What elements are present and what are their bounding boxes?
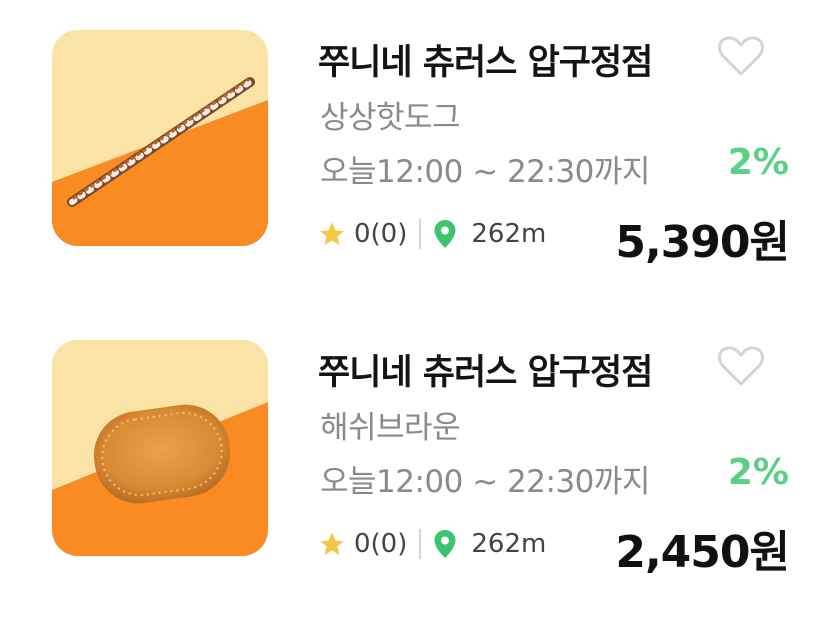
meta-row: 0(0) 262m bbox=[318, 526, 546, 562]
store-name[interactable]: 쭈니네 츄러스 압구정점 bbox=[318, 344, 653, 395]
product-list: 쭈니네 츄러스 압구정점 상상핫도그 오늘12:00 ~ 22:30까지 2% … bbox=[0, 0, 829, 643]
price: 5,390원 bbox=[615, 217, 790, 268]
hashbrown-image bbox=[52, 340, 268, 556]
star-icon bbox=[320, 222, 344, 246]
divider bbox=[419, 529, 422, 559]
heart-icon[interactable] bbox=[717, 34, 765, 78]
distance: 262m bbox=[471, 219, 547, 249]
menu-name: 상상핫도그 bbox=[320, 100, 461, 136]
business-hours: 오늘12:00 ~ 22:30까지 bbox=[320, 464, 650, 500]
hotdog-image bbox=[52, 30, 268, 246]
distance: 262m bbox=[471, 529, 547, 559]
list-item[interactable]: 쭈니네 츄러스 압구정점 해쉬브라운 오늘12:00 ~ 22:30까지 2% … bbox=[0, 340, 829, 578]
divider bbox=[419, 219, 422, 249]
meta-row: 0(0) 262m bbox=[318, 216, 546, 252]
product-thumbnail[interactable] bbox=[52, 340, 268, 556]
store-name[interactable]: 쭈니네 츄러스 압구정점 bbox=[318, 34, 653, 85]
star-icon bbox=[320, 532, 344, 556]
location-pin-icon bbox=[434, 220, 456, 248]
discount-rate: 2% bbox=[727, 142, 789, 183]
location-pin-icon bbox=[434, 530, 456, 558]
list-item[interactable]: 쭈니네 츄러스 압구정점 상상핫도그 오늘12:00 ~ 22:30까지 2% … bbox=[0, 30, 829, 268]
rating: 0(0) bbox=[354, 219, 408, 249]
business-hours: 오늘12:00 ~ 22:30까지 bbox=[320, 154, 650, 190]
price: 2,450원 bbox=[615, 527, 790, 578]
rating: 0(0) bbox=[354, 529, 408, 559]
menu-name: 해쉬브라운 bbox=[320, 410, 461, 446]
discount-rate: 2% bbox=[727, 452, 789, 493]
product-thumbnail[interactable] bbox=[52, 30, 268, 246]
heart-icon[interactable] bbox=[717, 344, 765, 388]
